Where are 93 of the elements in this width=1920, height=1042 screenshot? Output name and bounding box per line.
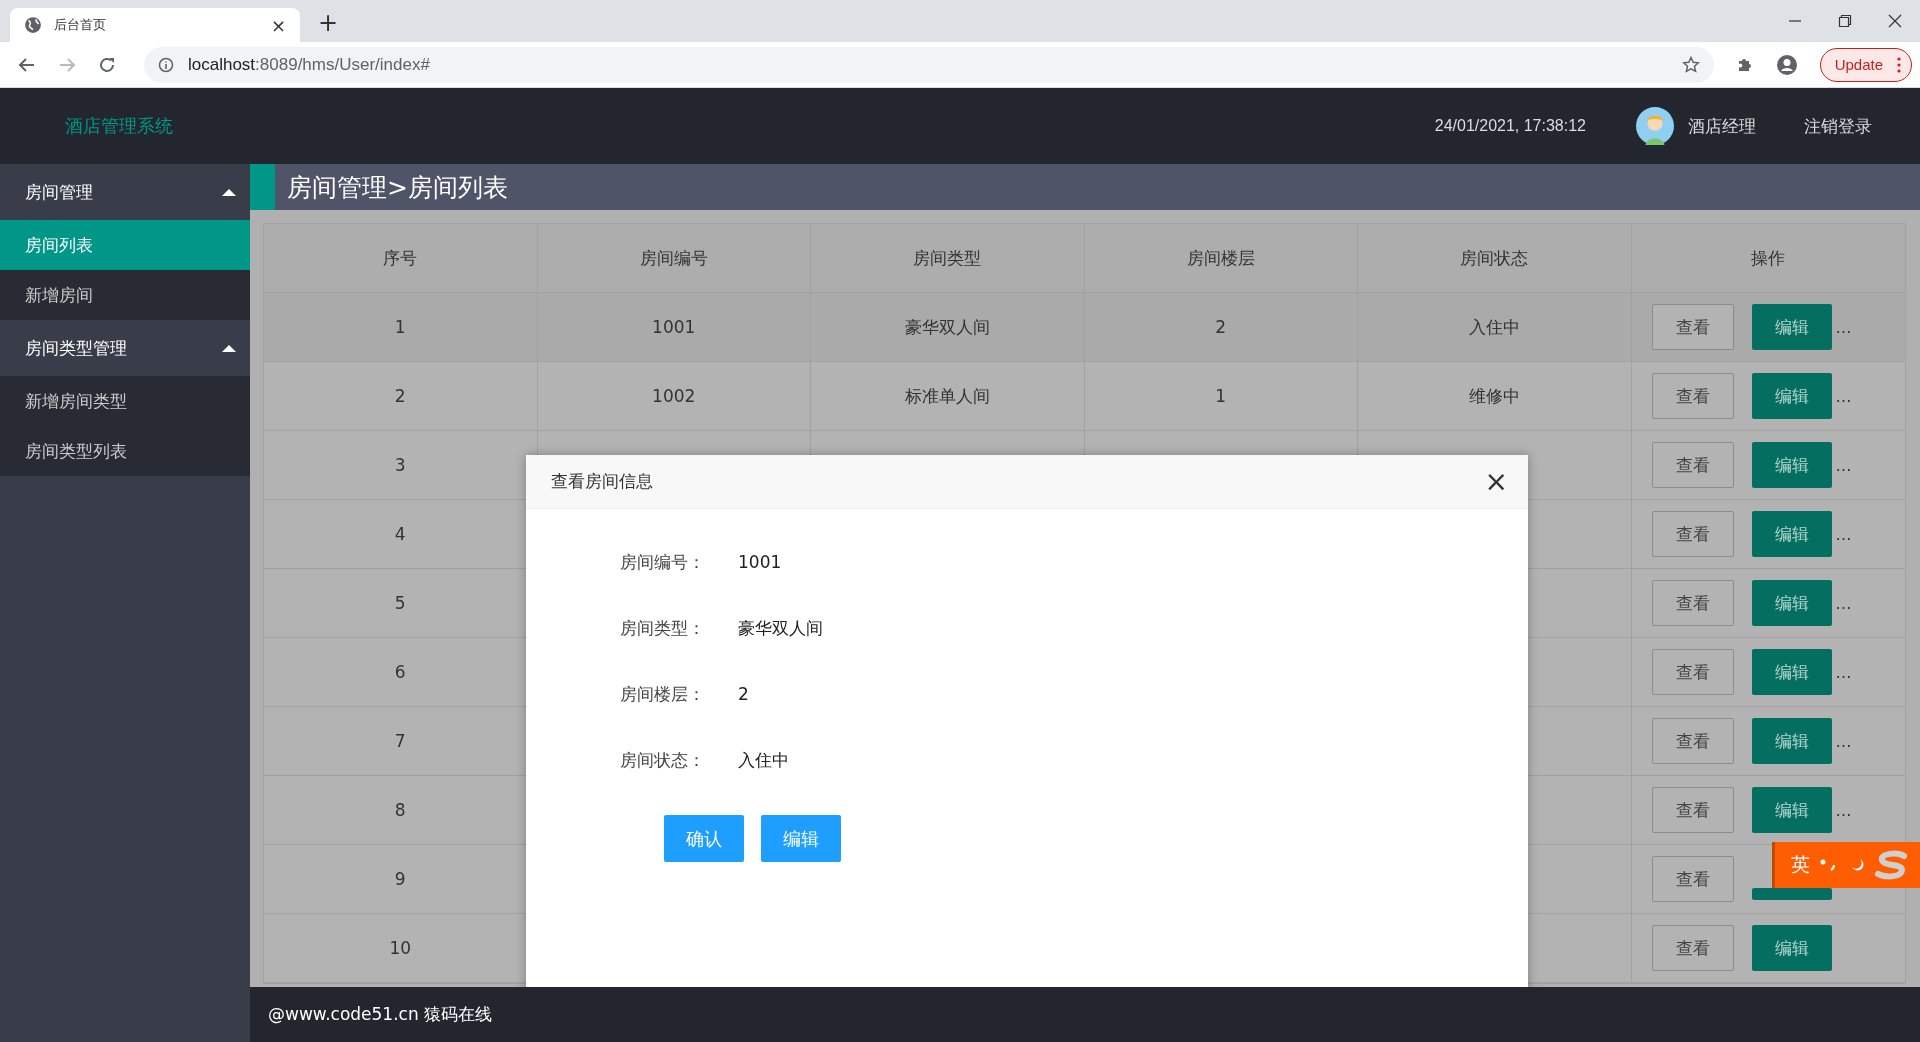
column-header: 房间楼层: [1084, 224, 1358, 292]
menu-item[interactable]: 房间列表: [0, 220, 250, 270]
more-text: …: [1835, 386, 1852, 406]
field-label: 房间编号：: [620, 550, 706, 574]
table-cell: 8: [394, 800, 406, 820]
close-button[interactable]: ×: [1484, 465, 1508, 498]
more-text: …: [1835, 800, 1852, 820]
edit-button[interactable]: 编辑: [1751, 442, 1832, 488]
tab-title: 后台首页: [54, 16, 107, 34]
edit-button[interactable]: 编辑: [1751, 580, 1832, 626]
dialog-title: 查看房间信息: [551, 470, 654, 493]
field-value: 2: [738, 684, 749, 704]
table-cell: 1: [1215, 386, 1227, 406]
field-value: 1001: [738, 552, 782, 572]
edit-button[interactable]: 编辑: [1751, 304, 1832, 350]
table-cell: 5: [394, 593, 406, 613]
more-text: …: [1835, 593, 1852, 613]
menu-item[interactable]: 新增房间类型: [0, 376, 250, 426]
more-text: …: [1835, 662, 1852, 682]
column-header: 房间类型: [811, 224, 1085, 292]
column-header: 操作: [1750, 246, 1787, 270]
table-cell: 维修中: [1468, 384, 1520, 408]
edit-button[interactable]: 编辑: [1751, 373, 1832, 419]
view-button[interactable]: 查看: [1651, 373, 1734, 419]
view-button[interactable]: 查看: [1651, 718, 1734, 764]
view-button[interactable]: 查看: [1651, 856, 1734, 902]
view-button[interactable]: 查看: [1651, 442, 1734, 488]
reload-icon[interactable]: [98, 55, 116, 74]
confirm-button[interactable]: 确认: [664, 815, 744, 862]
back-icon[interactable]: [18, 55, 36, 74]
table-cell: 豪华双人间: [904, 315, 990, 339]
address-bar[interactable]: localhost:8089/hms/User/index#: [144, 46, 1714, 83]
table-cell: 1002: [652, 386, 696, 406]
view-button[interactable]: 查看: [1651, 304, 1734, 350]
table-cell: 1001: [652, 317, 696, 337]
accent-bar: [250, 164, 275, 210]
account-icon[interactable]: [1775, 53, 1798, 76]
table-cell: 10: [389, 938, 412, 958]
table-cell: 6: [394, 662, 406, 682]
more-text: …: [1835, 455, 1852, 475]
table-cell: 2: [394, 386, 406, 406]
view-button[interactable]: 查看: [1651, 649, 1734, 695]
logout-link[interactable]: 注销登录: [1804, 114, 1872, 138]
table-cell: 3: [394, 455, 406, 475]
more-text: …: [1835, 317, 1852, 337]
input-method-bar[interactable]: 英: [1772, 842, 1920, 888]
edit-button[interactable]: 编辑: [1751, 718, 1832, 764]
field-label: 房间楼层：: [620, 682, 706, 706]
breadcrumb: 房间管理>房间列表: [287, 171, 508, 204]
column-header: 房间编号: [537, 224, 811, 292]
field-label: 房间类型：: [620, 616, 706, 640]
update-button[interactable]: Update: [1819, 47, 1912, 82]
restore-icon[interactable]: [1838, 14, 1852, 28]
footer-text: @www.code51.cn 猿码在线: [268, 1003, 493, 1026]
more-text: …: [1835, 731, 1852, 751]
table-cell: 标准单人间: [904, 384, 990, 408]
table-cell: 入住中: [1468, 315, 1520, 339]
more-icon: [1897, 56, 1901, 73]
table-cell: 9: [394, 869, 406, 889]
close-tab-button[interactable]: ×: [270, 14, 286, 36]
column-header: 序号: [264, 224, 538, 292]
field-value: 豪华双人间: [738, 616, 823, 640]
close-icon[interactable]: [1888, 14, 1902, 28]
view-button[interactable]: 查看: [1651, 580, 1734, 626]
field-value: 入住中: [738, 748, 789, 772]
view-button[interactable]: 查看: [1651, 925, 1734, 971]
table-cell: 4: [394, 524, 406, 544]
edit-button[interactable]: 编辑: [1751, 649, 1832, 695]
edit-button[interactable]: 编辑: [1751, 511, 1832, 557]
menu-item[interactable]: 新增房间: [0, 270, 250, 320]
field-label: 房间状态：: [620, 748, 706, 772]
browser-tab[interactable]: 后台首页 ×: [10, 8, 300, 42]
star-icon[interactable]: [1681, 55, 1700, 74]
user-name[interactable]: 酒店经理: [1688, 114, 1756, 138]
table-cell: 7: [394, 731, 406, 751]
view-button[interactable]: 查看: [1651, 511, 1734, 557]
edit-button[interactable]: 编辑: [1751, 787, 1832, 833]
edit-button[interactable]: 编辑: [1751, 925, 1832, 971]
view-button[interactable]: 查看: [1651, 787, 1734, 833]
info-icon: [158, 56, 174, 73]
input-mode[interactable]: 英: [1791, 852, 1810, 878]
menu-item[interactable]: 房间类型列表: [0, 426, 250, 476]
edit-button[interactable]: 编辑: [761, 815, 841, 862]
avatar-icon: [1636, 107, 1674, 145]
new-tab-button[interactable]: +: [318, 8, 339, 38]
table-cell: 2: [1215, 317, 1227, 337]
more-text: …: [1835, 524, 1852, 544]
table-cell: 1: [394, 317, 406, 337]
column-header: 房间状态: [1358, 224, 1632, 292]
menu-group-label: 房间管理: [25, 180, 94, 204]
app-title: 酒店管理系统: [65, 114, 173, 138]
date-time: 24/01/2021, 17:38:12: [1434, 117, 1586, 135]
menu-group-label: 房间类型管理: [25, 336, 128, 360]
